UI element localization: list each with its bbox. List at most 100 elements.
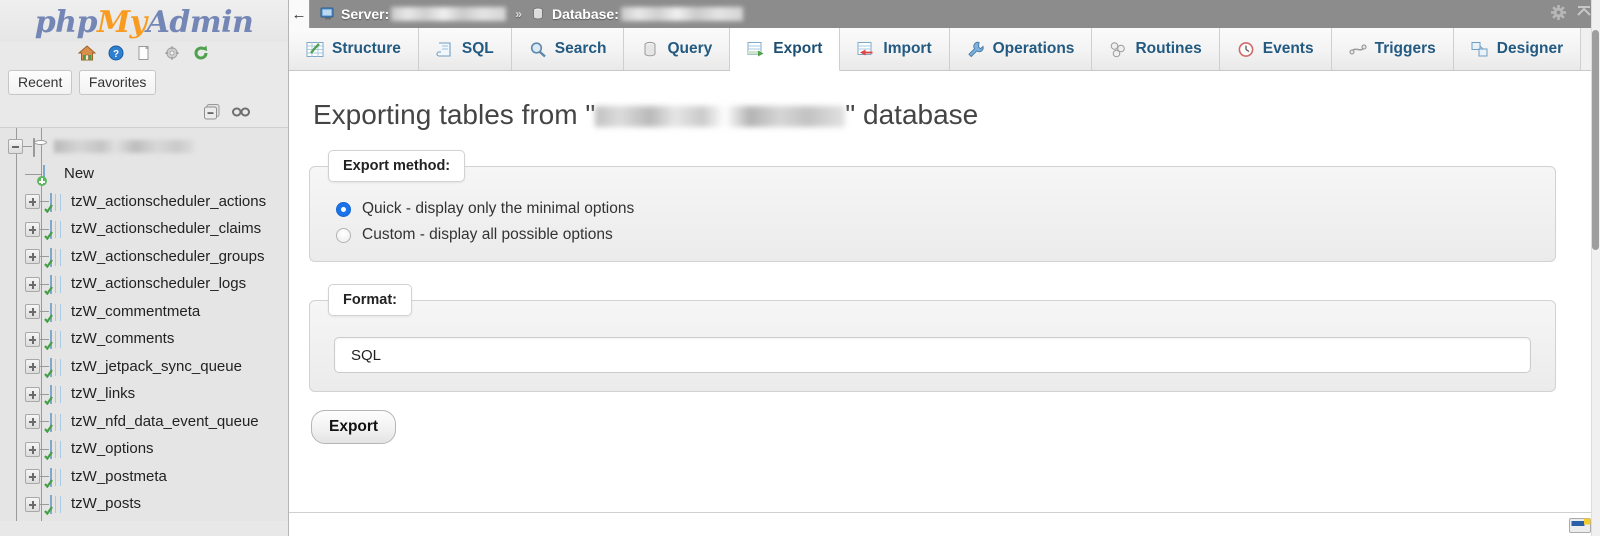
tree-item-label: tzW_actionscheduler_logs <box>71 275 247 293</box>
tree-node-table[interactable]: tzW_jetpack_sync_queue <box>0 353 288 381</box>
expand-toggle-icon[interactable] <box>25 194 40 210</box>
tab-label: Import <box>883 40 932 57</box>
tree-node-table[interactable]: tzW_commentmeta <box>0 298 288 326</box>
home-icon[interactable] <box>77 44 97 62</box>
format-fieldset: Format: SQL <box>309 284 1556 392</box>
recent-button[interactable]: Recent <box>8 70 73 96</box>
tree-item-label: New <box>64 165 95 183</box>
tab-search[interactable]: Search <box>511 28 625 70</box>
export-method-option-quick[interactable]: Quick - display only the minimal options <box>336 200 1539 218</box>
tree-node-table[interactable]: tzW_links <box>0 381 288 409</box>
expand-toggle-icon[interactable] <box>25 276 40 292</box>
table-icon <box>44 357 67 378</box>
table-icon <box>44 275 67 296</box>
tree-item-label: tzW_commentmeta <box>71 302 201 320</box>
tab-routines[interactable]: Routines <box>1092 28 1220 70</box>
tree-connector <box>40 366 49 368</box>
expand-toggle-icon[interactable] <box>25 304 40 320</box>
tree-connector <box>40 256 49 258</box>
tab-label: Query <box>667 40 713 57</box>
table-icon <box>44 440 67 461</box>
tab-query[interactable]: Query <box>624 28 731 70</box>
tab-label: Designer <box>1496 40 1564 57</box>
table-icon <box>44 495 67 516</box>
console-icon[interactable] <box>1569 518 1591 533</box>
collapse-all-icon[interactable] <box>203 103 223 126</box>
expand-toggle-icon[interactable] <box>25 221 40 237</box>
tree-node-table[interactable]: tzW_actionscheduler_logs <box>0 271 288 299</box>
footer-divider <box>289 512 1600 513</box>
expand-toggle-icon[interactable] <box>25 359 40 375</box>
table-icon <box>44 302 67 323</box>
tree-connector <box>40 311 49 313</box>
tab-events[interactable]: Events <box>1219 28 1332 70</box>
reload-icon[interactable] <box>192 44 210 62</box>
favorites-button[interactable]: Favorites <box>78 70 157 96</box>
tab-export[interactable]: Export <box>730 28 841 71</box>
tree-node-new[interactable]: New <box>0 161 288 189</box>
tree-connector <box>23 146 32 148</box>
tab-triggers[interactable]: Triggers <box>1331 28 1454 70</box>
query-icon <box>641 41 659 58</box>
tree-item-label: tzW_postmeta <box>71 467 167 485</box>
database-label: Database: <box>551 6 619 22</box>
main-scrollbar-thumb[interactable] <box>1592 30 1599 250</box>
format-select[interactable]: SQL <box>334 337 1531 373</box>
collapse-chevron-icon[interactable] <box>1576 5 1592 21</box>
back-button[interactable]: ← <box>289 0 310 28</box>
tree-node-database[interactable] <box>0 133 288 161</box>
tree-connector <box>40 201 49 203</box>
expand-toggle-icon[interactable] <box>25 496 40 512</box>
tab-designer[interactable]: Designer <box>1453 28 1582 70</box>
tab-operations[interactable]: Operations <box>949 28 1093 70</box>
wrench-icon <box>967 41 985 58</box>
help-icon[interactable]: ? <box>107 44 125 62</box>
table-icon <box>44 412 67 433</box>
import-icon <box>857 41 875 58</box>
expand-toggle-icon[interactable] <box>25 441 40 457</box>
export-method-option-custom[interactable]: Custom - display all possible options <box>336 226 1539 244</box>
page-title-db-redacted <box>595 106 846 127</box>
tree-node-table[interactable]: tzW_options <box>0 436 288 464</box>
table-icon <box>44 467 67 488</box>
tab-label: Export <box>773 40 823 57</box>
tree-item-label: tzW_actionscheduler_actions <box>71 192 267 210</box>
export-button[interactable]: Export <box>311 410 397 444</box>
settings-icon[interactable] <box>163 44 181 62</box>
expand-toggle-icon[interactable] <box>25 469 40 485</box>
logo-php: php <box>34 5 98 40</box>
logo-container[interactable]: phpMyAdmin <box>0 0 288 42</box>
tree-node-table[interactable]: tzW_posts <box>0 491 288 519</box>
new-table-icon <box>37 165 60 187</box>
table-icon <box>44 192 67 213</box>
export-page-content: Exporting tables from " " database Export… <box>289 71 1600 535</box>
tree-node-table[interactable]: tzW_actionscheduler_actions <box>0 188 288 216</box>
tree-node-table[interactable]: tzW_comments <box>0 326 288 354</box>
tree-node-table[interactable]: tzW_postmeta <box>0 463 288 491</box>
tree-node-table[interactable]: tzW_actionscheduler_groups <box>0 243 288 271</box>
expand-toggle-icon[interactable] <box>25 414 40 430</box>
tree-node-table[interactable]: tzW_nfd_data_event_queue <box>0 408 288 436</box>
sql-icon <box>436 41 454 58</box>
expand-toggle-icon[interactable] <box>25 331 40 347</box>
clock-icon <box>1237 41 1255 58</box>
gear-icon[interactable] <box>1550 4 1567 21</box>
logo-my: My <box>96 5 147 40</box>
radio-quick[interactable] <box>336 201 351 217</box>
tree-connector <box>40 421 49 423</box>
expand-toggle-icon[interactable] <box>25 386 40 402</box>
tab-label: Structure <box>332 40 401 57</box>
link-with-main-panel-icon[interactable] <box>232 105 250 124</box>
tree-connector <box>40 228 49 230</box>
export-method-legend: Export method: <box>328 150 466 182</box>
tree-node-table[interactable]: tzW_actionscheduler_claims <box>0 216 288 244</box>
main-tab-bar: Structure SQL Search Query Export Import <box>289 28 1600 71</box>
tab-import[interactable]: Import <box>840 28 950 70</box>
collapse-toggle-icon[interactable] <box>8 139 23 155</box>
docs-icon[interactable] <box>135 44 153 62</box>
tab-structure[interactable]: Structure <box>289 28 419 70</box>
expand-toggle-icon[interactable] <box>25 249 40 265</box>
main-scrollbar[interactable] <box>1591 0 1600 536</box>
tab-sql[interactable]: SQL <box>418 28 512 70</box>
radio-custom[interactable] <box>336 227 351 243</box>
